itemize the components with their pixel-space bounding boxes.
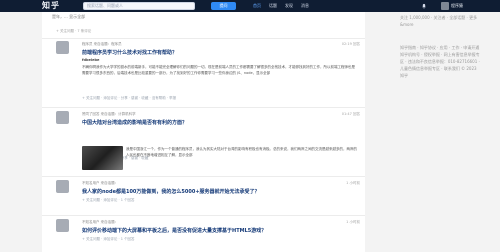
feed: 是年，... 显示全部 + 关注问题 · 7 条评论 程序员 来自话题：程序员 … (42, 12, 365, 252)
item-meta: 程序员 来自话题：程序员 (82, 42, 122, 46)
item-body: 不瞒你啊我作为大学学的挺水的前端新手，可能不能完全理解你们的问题的一切。现在是前… (82, 65, 355, 76)
bell-icon[interactable] (421, 3, 427, 9)
item-title[interactable]: 中国大陆对台湾造成的影响是否有有利的方面？ (82, 119, 187, 126)
sidebar-links[interactable]: 知乎指南 · 知乎协议 · 应用 · 工作 · 申请开通知乎机构号 · 侵权举报… (400, 44, 480, 79)
answer-thumbnail[interactable] (82, 146, 123, 170)
main-nav: 首页 话题 发现 消息 (253, 0, 309, 12)
item-meta: 不知名用户 来自话题： (82, 220, 119, 224)
item-time: 01:47 回答 (341, 112, 360, 116)
feed-item: 程序员 来自话题：程序员 02:19 回答 前端程序员学习什么技术对找工作有帮助… (42, 38, 365, 106)
nav-item-discover[interactable]: 发现 (285, 0, 293, 12)
item-meta: 不知名用户 来自话题： (82, 181, 119, 185)
avatar[interactable] (56, 180, 69, 193)
item-title[interactable]: 前端程序员学习什么技术对找工作有帮助？ (82, 49, 177, 56)
avatar[interactable] (441, 2, 449, 10)
item-actions[interactable]: + 关注问题 · 添加评论 · 1 个回答 (82, 237, 135, 242)
logo[interactable]: 知乎 (42, 0, 60, 12)
item-body: 我是中国浙江一个，作为一个普通的程序员，我认为其实大陆对于台湾的影响有积极也有消… (126, 147, 357, 158)
feed-item: 不知名用户 来自话题： 1 小时前 如何评价移动端下的大屏幕和平板之后，是否没有… (42, 215, 365, 252)
item-author[interactable]: fdbelebe (82, 58, 99, 62)
fragment-meta[interactable]: + 关注问题 · 7 条评论 (56, 29, 91, 34)
item-time: 02:19 回答 (341, 42, 360, 46)
username[interactable]: 程序猿 (451, 0, 463, 12)
top-bar: 知乎 搜索话题、问题或人 提问 首页 话题 发现 消息 程序猿 (0, 0, 500, 12)
sidebar-top-text[interactable]: 关注 1,000,000 · 关注者 · 全部话题 · 更多 &more (400, 14, 480, 28)
item-title[interactable]: 我人家的node都是100万能做到，我的怎么5000+服务器就开始无法承受了？ (82, 188, 260, 195)
nav-item-topics[interactable]: 话题 (269, 0, 277, 12)
avatar[interactable] (56, 219, 69, 232)
fragment-text: 是年，... 显示全部 (52, 14, 86, 19)
nav-item-messages[interactable]: 消息 (301, 0, 309, 12)
item-actions[interactable]: + 关注问题 · 添加评论 · 分享 · 感谢 · 收藏 · 没有帮助 · 举报 (82, 96, 176, 101)
nav-item-home[interactable]: 首页 (253, 0, 261, 12)
item-actions[interactable]: + 关注问题 · 添加评论 · 1 个回答 (82, 198, 135, 203)
item-title[interactable]: 如何评价移动端下的大屏幕和平板之后，是否没有促进大量支撑基于HTML5游戏？ (82, 227, 266, 234)
search-input[interactable]: 搜索话题、问题或人 (83, 2, 195, 10)
ask-button[interactable]: 提问 (211, 2, 236, 10)
item-meta: 赞同了回答 来自话题：计算机科学 (82, 112, 136, 116)
avatar[interactable] (56, 111, 69, 124)
avatar[interactable] (56, 41, 69, 54)
item-time: 1 小时前 (346, 181, 360, 185)
item-time: 1 小时前 (346, 220, 360, 224)
feed-item: 不知名用户 来自话题： 1 小时前 我人家的node都是100万能做到，我的怎么… (42, 176, 365, 213)
